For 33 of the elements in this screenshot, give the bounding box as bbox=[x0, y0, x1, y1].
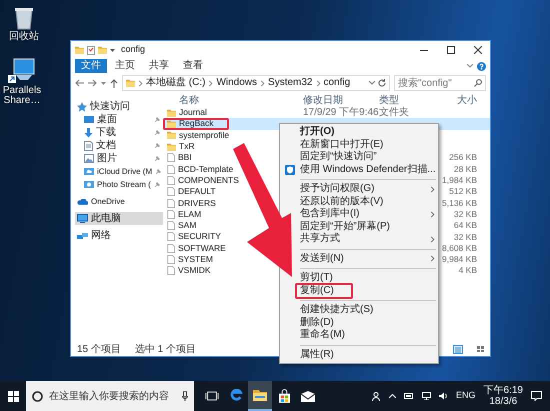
file-name: DEFAULT bbox=[178, 186, 216, 198]
file-name: SYSTEM bbox=[178, 254, 213, 265]
size-cell: 32 KB bbox=[454, 208, 477, 221]
window-title: config bbox=[121, 43, 146, 56]
file-name: VSMIDK bbox=[178, 265, 211, 276]
size-cell: 4 KB bbox=[458, 264, 477, 278]
size-cell: 8,608 KB bbox=[442, 242, 477, 255]
status-text: 选中 1 个项目 bbox=[134, 342, 196, 356]
status-text: 15 个项目 bbox=[77, 342, 121, 356]
file-name: SECURITY bbox=[178, 231, 221, 242]
file-name: COMPONENTS bbox=[178, 174, 239, 186]
size-cell: 1,984 KB bbox=[442, 174, 477, 187]
file-name: systemprofile bbox=[179, 130, 230, 141]
size-cell: 64 KB bbox=[454, 219, 477, 232]
size-cell: 32 KB bbox=[454, 230, 477, 244]
size-cell: 28 KB bbox=[454, 162, 477, 176]
file-name: BCD-Template bbox=[178, 164, 234, 175]
type-cell-text: 文件夹 bbox=[379, 107, 410, 118]
size-cell: 512 KB bbox=[449, 185, 477, 198]
file-name: TxR bbox=[179, 141, 195, 152]
size-cell: 5,136 KB bbox=[442, 196, 477, 210]
desktop-icon-label: 回收站 bbox=[8, 32, 40, 42]
file-name: Journal bbox=[179, 107, 207, 118]
file-name: SOFTWARE bbox=[178, 242, 226, 254]
file-name: SAM bbox=[178, 220, 196, 232]
file-name: DRIVERS bbox=[178, 198, 216, 209]
file-name: RegBack bbox=[179, 118, 214, 130]
desktop-icon-label: Parallels Share… bbox=[2, 86, 42, 106]
size-cell: 9,984 KB bbox=[442, 253, 477, 266]
date-cell: 17/9/29 下午9:46 bbox=[303, 107, 379, 118]
file-name: ELAM bbox=[178, 208, 202, 220]
size-cell: 256 KB bbox=[449, 151, 477, 164]
file-name: BBI bbox=[178, 152, 192, 164]
